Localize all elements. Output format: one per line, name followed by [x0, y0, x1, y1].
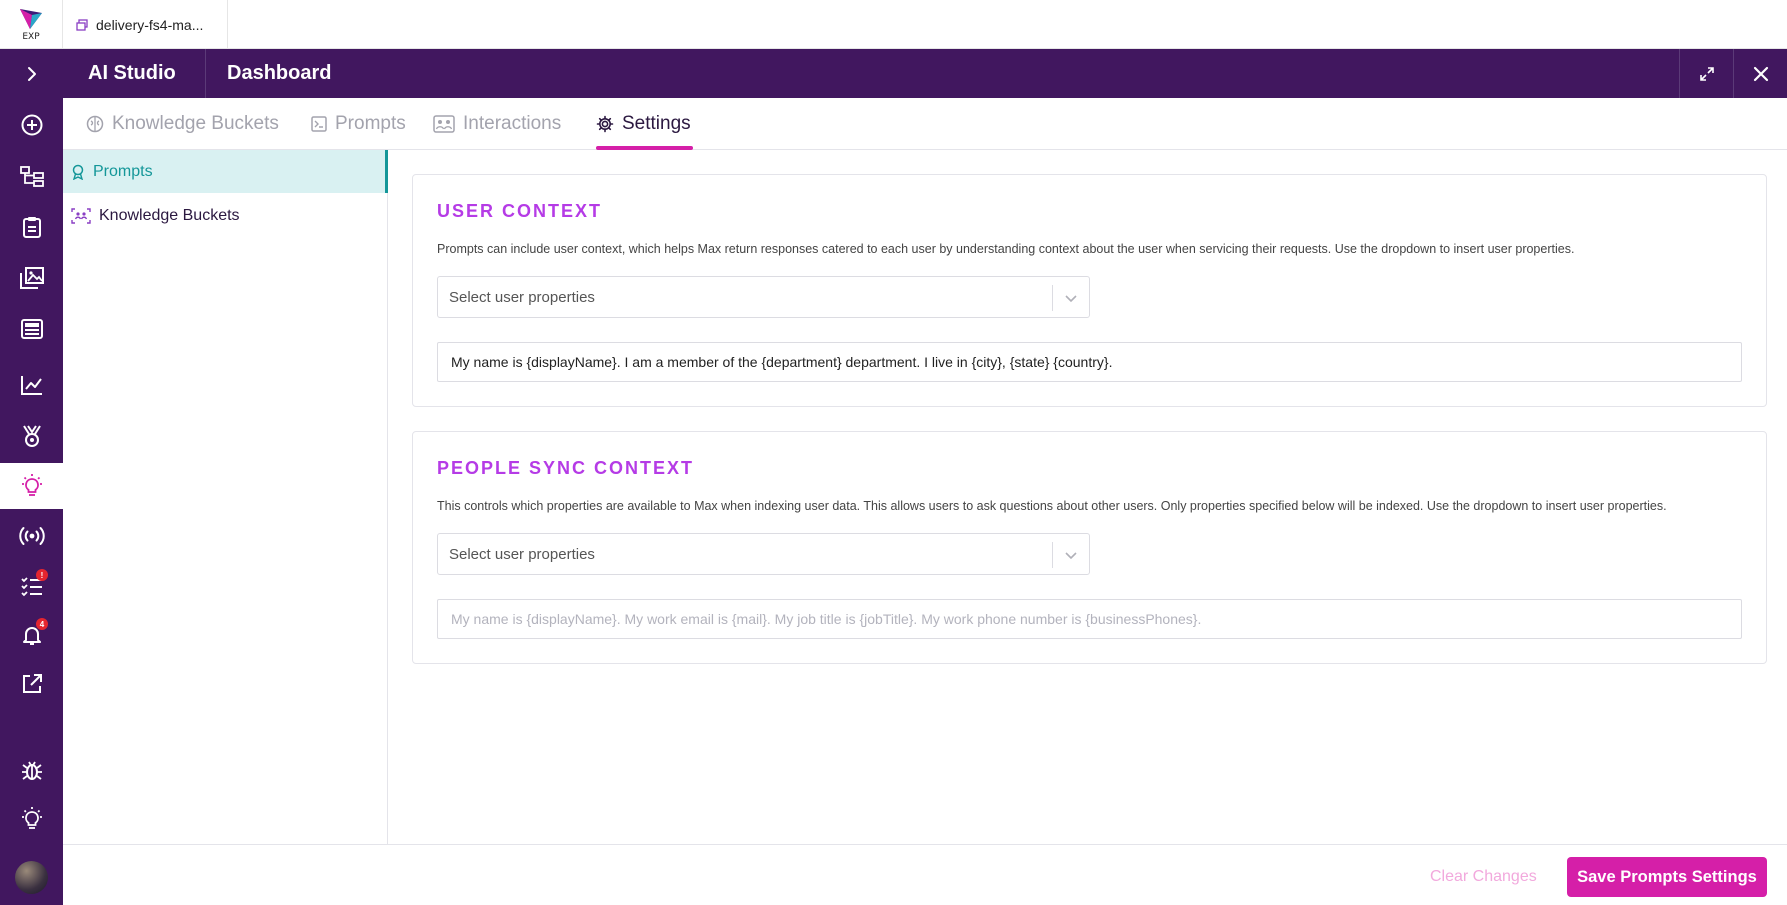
select-placeholder: Select user properties [449, 288, 595, 306]
rail-create[interactable] [0, 102, 63, 148]
user-context-select[interactable]: Select user properties [437, 276, 1090, 318]
chevron-down-icon [1065, 552, 1077, 560]
news-icon [20, 319, 43, 339]
close-icon [1753, 66, 1768, 81]
subnav-item-label: Prompts [93, 162, 153, 180]
rail-tasks[interactable]: ! [0, 563, 63, 609]
analytics-icon [20, 376, 42, 395]
rail-external-link[interactable] [0, 661, 63, 707]
subnav-item-label: Knowledge Buckets [99, 206, 240, 224]
app-header: AI Studio Dashboard [63, 49, 1787, 98]
people-group-icon [71, 207, 91, 224]
people-sync-context-title: PEOPLE SYNC CONTEXT [437, 458, 695, 478]
user-context-template-field[interactable]: My name is {displayName}. I am a member … [437, 342, 1742, 382]
tasks-badge: ! [36, 569, 48, 581]
tab-label: Settings [622, 113, 691, 134]
expand-rail-button[interactable] [0, 51, 63, 97]
tab-prompts[interactable]: Prompts [311, 98, 406, 150]
exp-logo-icon [20, 9, 42, 29]
window-icon [76, 18, 88, 31]
award-icon [72, 164, 84, 180]
user-context-description: Prompts can include user context, which … [437, 242, 1575, 256]
broadcast-icon [18, 527, 45, 545]
avatar[interactable] [15, 861, 48, 894]
tab-knowledge-buckets[interactable]: Knowledge Buckets [86, 98, 279, 150]
rail-media[interactable] [0, 255, 63, 301]
select-separator [1052, 542, 1053, 568]
people-sync-context-select[interactable]: Select user properties [437, 533, 1090, 575]
bug-icon [21, 761, 42, 780]
clipboard-icon [22, 217, 41, 238]
tab-bar: Knowledge Buckets Prompts Interactions S… [63, 98, 1787, 150]
tab-settings[interactable]: Settings [596, 98, 693, 150]
lightbulb-icon [21, 474, 42, 496]
gear-icon [596, 115, 614, 133]
rail-news[interactable] [0, 306, 63, 352]
app-title: AI Studio [63, 49, 206, 98]
tab-interactions[interactable]: Interactions [433, 98, 561, 150]
notifications-badge: 4 [36, 618, 48, 630]
tab-label: Interactions [463, 113, 562, 134]
user-context-card: USER CONTEXT Prompts can include user co… [412, 174, 1767, 407]
chevron-down-icon [1065, 295, 1077, 303]
rail-hierarchy[interactable] [0, 153, 63, 199]
select-separator [1052, 285, 1053, 311]
hierarchy-icon [19, 166, 44, 187]
user-context-title: USER CONTEXT [437, 201, 603, 221]
terminal-icon [311, 116, 327, 132]
people-sync-context-template-field[interactable]: My name is {displayName}. My work email … [437, 599, 1742, 639]
rail-broadcast[interactable] [0, 513, 63, 559]
rail-analytics[interactable] [0, 362, 63, 408]
logo-text: EXP [22, 32, 40, 42]
document-tab[interactable]: delivery-fs4-ma... [63, 0, 228, 49]
rail-notifications[interactable]: 4 [0, 612, 63, 658]
people-sync-context-card: PEOPLE SYNC CONTEXT This controls which … [412, 431, 1767, 664]
expand-button[interactable] [1679, 49, 1733, 98]
chevron-right-icon [27, 67, 36, 81]
clear-changes-button[interactable]: Clear Changes [1430, 858, 1537, 896]
settings-subnav: Prompts Knowledge Buckets [63, 150, 388, 844]
close-button[interactable] [1733, 49, 1787, 98]
page-title: Dashboard [227, 62, 332, 84]
award-icon [22, 425, 41, 447]
lightbulb-icon [21, 807, 42, 829]
document-tab-label: delivery-fs4-ma... [96, 16, 204, 33]
save-prompts-settings-button[interactable]: Save Prompts Settings [1567, 857, 1767, 897]
people-sync-context-description: This controls which properties are avail… [437, 499, 1667, 513]
rail-ai-studio[interactable] [0, 463, 63, 509]
select-placeholder: Select user properties [449, 545, 595, 563]
subnav-item-prompts[interactable]: Prompts [63, 150, 388, 193]
top-strip: EXP delivery-fs4-ma... [0, 0, 1787, 49]
rail-ideas[interactable] [0, 796, 63, 842]
subnav-item-knowledge-buckets[interactable]: Knowledge Buckets [63, 194, 388, 237]
brain-icon [86, 115, 104, 133]
external-link-icon [22, 674, 42, 693]
images-icon [19, 267, 44, 289]
tab-label: Prompts [335, 113, 406, 134]
exp-logo[interactable]: EXP [0, 0, 63, 49]
left-rail: ! 4 [0, 49, 63, 905]
rail-bug-report[interactable] [0, 747, 63, 793]
expand-icon [1699, 66, 1714, 81]
tab-label: Knowledge Buckets [112, 113, 279, 134]
rail-awards[interactable] [0, 413, 63, 459]
plus-circle-icon [21, 114, 42, 136]
footer-actions: Clear Changes Save Prompts Settings [63, 844, 1787, 905]
rail-clipboard[interactable] [0, 204, 63, 250]
people-icon [433, 115, 455, 133]
